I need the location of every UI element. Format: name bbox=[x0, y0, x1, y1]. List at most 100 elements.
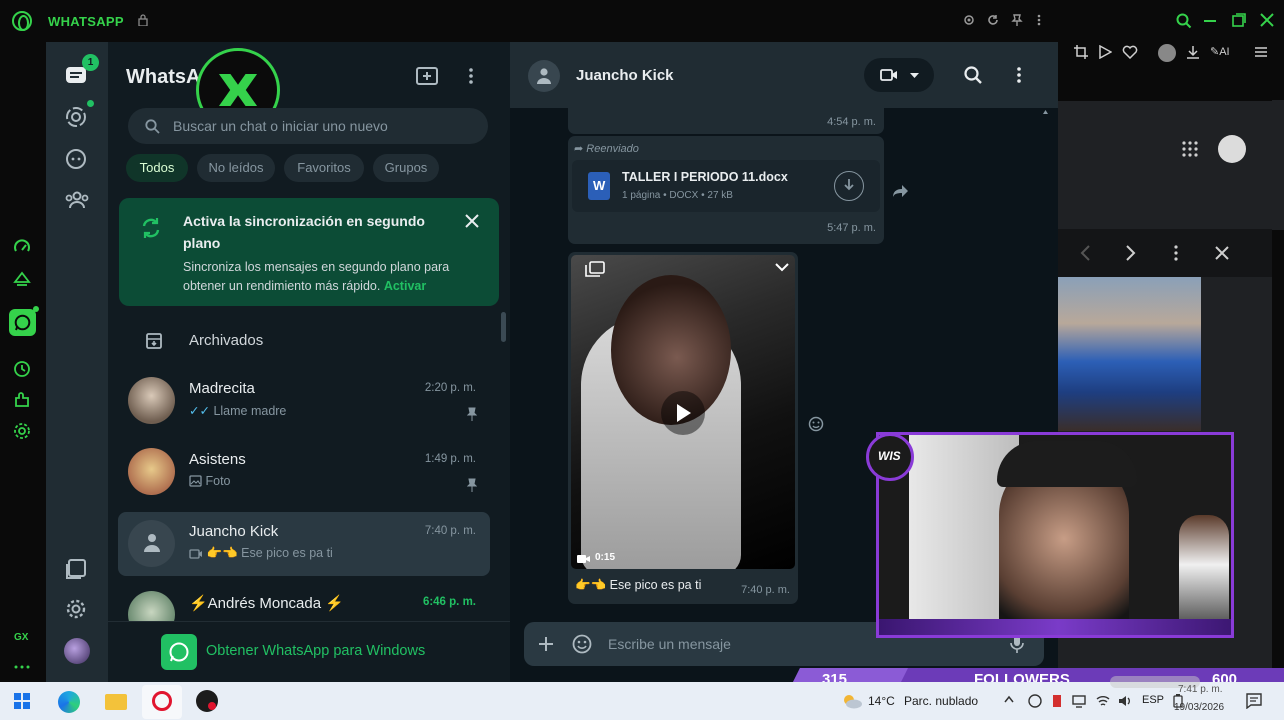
video-thumbnail[interactable]: 0:15 bbox=[571, 255, 795, 569]
chat-row-juancho-kick[interactable]: Juancho Kick 👉👈 Ese pico es pa ti 7:40 p… bbox=[118, 512, 490, 576]
chevron-up-icon[interactable] bbox=[1004, 694, 1014, 706]
chat-row-andres-moncada[interactable]: ⚡Andrés Moncada ⚡ 6:46 p. m. bbox=[118, 583, 490, 621]
more-vertical-icon[interactable] bbox=[1173, 245, 1179, 261]
chevron-down-icon[interactable] bbox=[775, 263, 789, 272]
account-avatar[interactable] bbox=[1218, 135, 1246, 163]
network-icon[interactable] bbox=[1072, 694, 1086, 708]
pin-icon[interactable] bbox=[1011, 14, 1023, 26]
chats-icon[interactable] bbox=[65, 66, 87, 86]
attach-plus-icon[interactable] bbox=[538, 636, 554, 652]
message-input[interactable]: Escribe un mensaje bbox=[608, 636, 731, 652]
menu-lines-icon[interactable] bbox=[1254, 45, 1268, 59]
scrollbar[interactable] bbox=[501, 312, 506, 342]
close-window-icon[interactable] bbox=[1260, 13, 1274, 27]
play-outline-icon[interactable] bbox=[1098, 45, 1112, 59]
avatar bbox=[128, 448, 175, 495]
opera-gx-logo-icon[interactable] bbox=[12, 11, 32, 31]
apps-grid-icon[interactable] bbox=[1182, 141, 1198, 157]
gx-control-icon[interactable] bbox=[13, 270, 31, 288]
search-icon[interactable] bbox=[1176, 13, 1192, 29]
file-explorer-icon[interactable] bbox=[105, 694, 127, 710]
status-icon[interactable] bbox=[65, 106, 87, 128]
chat-row-asistens[interactable]: Asistens Foto 1:49 p. m. bbox=[118, 440, 490, 504]
car-photo[interactable] bbox=[1058, 277, 1201, 431]
document-message-bubble[interactable]: ➦ Reenviado W TALLER I PERIODO 11.docx 1… bbox=[568, 136, 884, 244]
notifications-icon[interactable] bbox=[1246, 693, 1262, 709]
document-card[interactable]: W TALLER I PERIODO 11.docx 1 página • DO… bbox=[572, 160, 880, 212]
heart-icon[interactable] bbox=[1122, 45, 1138, 59]
settings-gear-icon[interactable] bbox=[13, 422, 31, 440]
settings-icon[interactable] bbox=[963, 14, 975, 26]
whatsapp-sidebar-button[interactable] bbox=[9, 309, 36, 336]
menu-icon[interactable] bbox=[1016, 67, 1022, 83]
tray-app-icon[interactable] bbox=[1050, 694, 1064, 708]
hand-emoji-icon: 👉👈 bbox=[206, 546, 238, 560]
language-indicator[interactable]: ESP bbox=[1142, 694, 1164, 706]
settings-icon[interactable] bbox=[65, 598, 87, 620]
tray-app-icon[interactable] bbox=[1028, 694, 1042, 708]
new-chat-icon[interactable] bbox=[416, 67, 438, 85]
sticker-icon[interactable] bbox=[572, 634, 592, 654]
sync-icon bbox=[142, 218, 160, 238]
video-call-button[interactable] bbox=[864, 58, 934, 92]
video-message-bubble[interactable]: 0:15 👉👈 Ese pico es pa ti 7:40 p. m. bbox=[568, 252, 798, 604]
emoji-reaction-icon[interactable] bbox=[808, 416, 824, 432]
lock-icon bbox=[138, 14, 148, 26]
maximize-icon[interactable] bbox=[1232, 13, 1246, 27]
ai-icon[interactable]: ✎AI bbox=[1210, 45, 1230, 58]
filter-chip-favoritos[interactable]: Favoritos bbox=[284, 154, 364, 182]
speed-dial-icon[interactable] bbox=[13, 238, 31, 256]
scrollbar[interactable] bbox=[1272, 100, 1284, 230]
windows-start-icon[interactable] bbox=[14, 693, 30, 709]
forward-icon[interactable] bbox=[892, 184, 910, 198]
minimize-icon[interactable] bbox=[1204, 20, 1216, 22]
download-button[interactable] bbox=[834, 171, 864, 201]
channels-icon[interactable] bbox=[65, 148, 87, 170]
page-title: WhatsA bbox=[126, 66, 201, 88]
contact-avatar[interactable] bbox=[528, 60, 560, 92]
activate-link[interactable]: Activar bbox=[384, 279, 426, 293]
play-button[interactable] bbox=[661, 391, 705, 435]
opera-icon bbox=[152, 691, 172, 711]
menu-icon[interactable] bbox=[468, 68, 474, 84]
search-bar[interactable]: Buscar un chat o iniciar uno nuevo bbox=[128, 108, 488, 144]
document-name: TALLER I PERIODO 11.docx bbox=[622, 170, 788, 184]
more-horizontal-icon[interactable] bbox=[13, 664, 31, 670]
archived-row[interactable]: Archivados bbox=[189, 332, 263, 349]
conversation-header[interactable]: Juancho Kick bbox=[510, 42, 1058, 108]
filter-chip-todos[interactable]: Todos bbox=[126, 154, 188, 182]
chevron-left-icon[interactable] bbox=[1080, 245, 1090, 261]
edge-icon[interactable] bbox=[58, 691, 80, 713]
close-icon[interactable] bbox=[465, 214, 479, 228]
filter-chip-grupos[interactable]: Grupos bbox=[373, 154, 439, 182]
extension-avatar-icon[interactable] bbox=[1158, 44, 1176, 62]
filter-chip-no-leidos[interactable]: No leídos bbox=[197, 154, 275, 182]
search-input[interactable]: Buscar un chat o iniciar uno nuevo bbox=[173, 118, 388, 134]
stream-badge: WIS bbox=[866, 433, 914, 481]
pin-icon bbox=[467, 478, 477, 492]
close-icon[interactable] bbox=[1215, 246, 1229, 260]
extensions-icon[interactable] bbox=[13, 391, 31, 409]
chevron-right-icon[interactable] bbox=[1126, 245, 1136, 261]
chat-row-madrecita[interactable]: Madrecita ✓✓ Llame madre 2:20 p. m. bbox=[118, 369, 490, 433]
message-time: 5:47 p. m. bbox=[827, 222, 876, 234]
clock-date[interactable]: 19/03/2026 bbox=[1174, 702, 1224, 713]
search-icon[interactable] bbox=[964, 66, 982, 84]
message-bubble[interactable]: 4:54 p. m. bbox=[568, 108, 884, 134]
download-icon[interactable] bbox=[1186, 45, 1200, 59]
wifi-icon[interactable] bbox=[1096, 694, 1110, 708]
app-taskbar-icon[interactable] bbox=[196, 690, 218, 712]
profile-avatar[interactable] bbox=[64, 638, 90, 664]
weather-icon[interactable] bbox=[841, 693, 863, 709]
communities-icon[interactable] bbox=[65, 190, 89, 210]
get-windows-app-link[interactable]: Obtener WhatsApp para Windows bbox=[161, 634, 461, 670]
opera-taskbar-active[interactable] bbox=[142, 685, 182, 719]
clock-time[interactable]: 7:41 p. m. bbox=[1178, 684, 1222, 695]
more-vertical-icon[interactable] bbox=[1036, 14, 1042, 26]
volume-icon[interactable] bbox=[1118, 694, 1132, 708]
screenshot-icon[interactable] bbox=[1074, 45, 1088, 59]
history-icon[interactable] bbox=[13, 360, 31, 378]
reload-icon[interactable] bbox=[987, 14, 999, 26]
contact-name[interactable]: Juancho Kick bbox=[576, 67, 674, 84]
media-gallery-icon[interactable] bbox=[65, 558, 87, 580]
